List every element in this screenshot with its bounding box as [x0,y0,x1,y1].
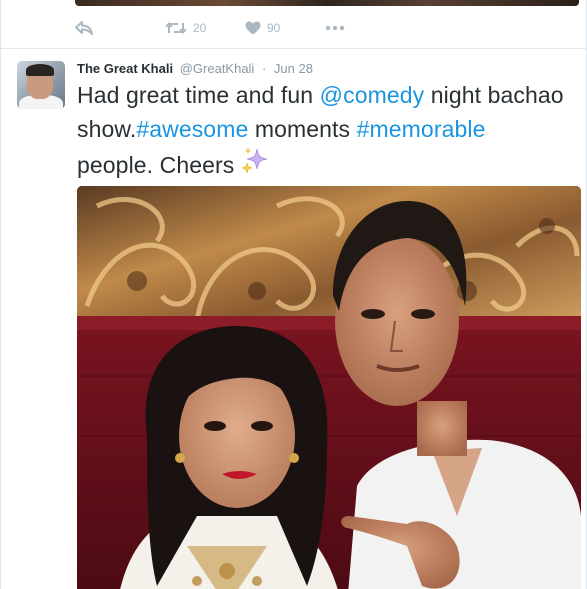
previous-tweet-media-edge[interactable] [75,0,579,6]
tweet-timestamp[interactable]: Jun 28 [274,61,313,76]
like-button[interactable]: 90 [245,21,325,35]
previous-tweet-footer: 20 90 [1,0,586,49]
hashtag-link[interactable]: #memorable [357,116,486,142]
tweet-photo-image [77,186,581,589]
header-separator: · [261,61,267,76]
author-username[interactable]: @GreatKhali [180,61,255,76]
tweet[interactable]: The Great Khali @GreatKhali · Jun 28 Had… [1,49,586,589]
avatar-hair [26,64,54,76]
retweet-icon [165,21,187,35]
retweet-button[interactable]: 20 [165,21,245,35]
avatar[interactable] [17,61,65,109]
more-button[interactable] [325,25,345,31]
sparkles-icon [240,146,270,185]
retweet-count: 20 [193,21,207,35]
author-fullname[interactable]: The Great Khali [77,61,173,76]
tweet-text-part: people. Cheers [77,152,235,178]
heart-icon [245,21,261,35]
reply-icon [75,21,93,35]
more-dots-icon [325,25,345,31]
timeline-page: 20 90 The Great Khali @GreatKhali · Jun … [0,0,587,589]
tweet-text-part: Had great time and fun [77,82,320,108]
reply-button[interactable] [75,21,165,35]
tweet-photo[interactable] [77,186,581,589]
like-count: 90 [267,21,281,35]
tweet-text: Had great time and fun @comedy night bac… [77,78,567,185]
hashtag-link[interactable]: #awesome [136,116,248,142]
tweet-text-part: moments [248,116,357,142]
previous-tweet-actions: 20 90 [75,18,345,38]
mention-link[interactable]: @comedy [320,82,425,108]
tweet-header: The Great Khali @GreatKhali · Jun 28 [77,61,313,77]
